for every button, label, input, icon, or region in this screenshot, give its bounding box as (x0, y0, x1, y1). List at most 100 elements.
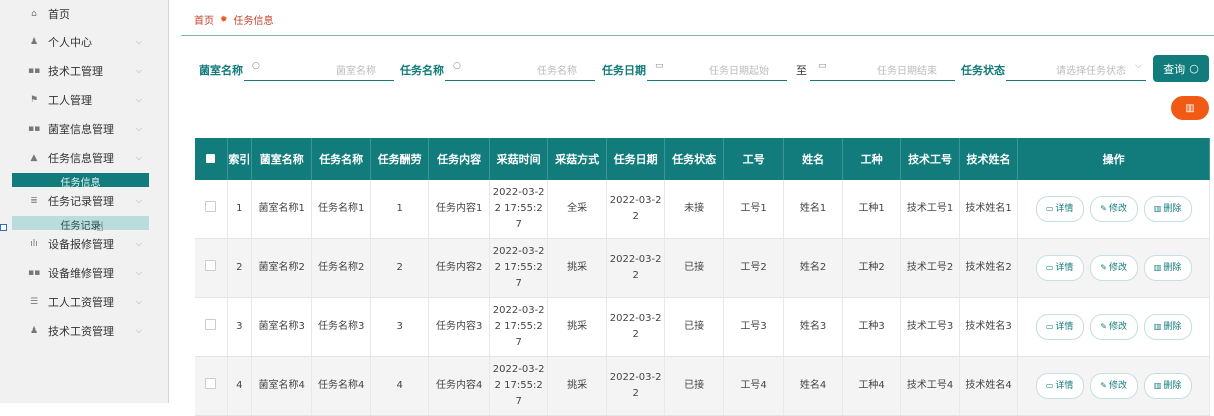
row-select-cell (195, 238, 228, 298)
table-cell: 工号4 (723, 356, 785, 416)
sidebar-item-10[interactable]: ♟ 技术工资管理 ⌵ (0, 317, 160, 345)
sidebar-item-label: 技术工管理 (48, 65, 103, 78)
detail-button[interactable]: ▭ 详情 (1035, 196, 1084, 222)
menu-icon: ≣ (30, 196, 38, 206)
table-cell: 工号2 (723, 238, 785, 298)
menu-icon: ♟ (29, 326, 39, 336)
edit-button-label: 修改 (1108, 204, 1127, 214)
edit-button[interactable]: ✎ 修改 (1089, 255, 1138, 281)
sidebar-item-label: 任务记录管理 (48, 195, 114, 208)
bulk-delete-button[interactable]: ▥ (1171, 96, 1209, 120)
column-header: 采菇方式 (547, 138, 607, 180)
menu-icon: ▪▪ (28, 268, 41, 278)
table-cell: 未接 (664, 180, 724, 239)
detail-button[interactable]: ▭ 详情 (1035, 314, 1084, 340)
chevron-down-icon: ⌵ (135, 153, 142, 162)
room-name-placeholder: 菌室名称 (336, 66, 376, 77)
delete-button[interactable]: ▥ 删除 (1143, 314, 1192, 340)
delete-button[interactable]: ▥ 删除 (1143, 373, 1192, 399)
delete-button[interactable]: ▥ 删除 (1143, 196, 1192, 222)
row-actions: ▭ 详情 ✎ 修改 ▥ 删除 (1017, 356, 1210, 416)
search-button[interactable]: 查询 ○ (1153, 55, 1209, 82)
table-cell: 已接 (664, 238, 724, 298)
chevron-down-icon: ⌵ (135, 196, 142, 205)
table-cell: 菌室名称3 (251, 297, 313, 357)
sidebar-item-0[interactable]: ⌂ 首页 (0, 0, 160, 28)
table-cell: 技术姓名3 (959, 297, 1019, 357)
room-name-input[interactable]: ○ 菌室名称 (244, 54, 394, 81)
document-icon: ▭ (1045, 322, 1054, 331)
table-cell: 工号1 (723, 180, 785, 239)
table-cell: 技术姓名4 (959, 356, 1019, 416)
sidebar-item-2[interactable]: ▪▪ 技术工管理 ⌵ (0, 57, 160, 85)
detail-button-label: 详情 (1055, 322, 1074, 332)
sidebar-item-8[interactable]: ▪▪ 设备维修管理 ⌵ (0, 259, 160, 287)
column-header: 工号 (723, 138, 785, 180)
table-cell: 任务内容2 (428, 238, 490, 298)
row-checkbox[interactable] (205, 377, 217, 389)
date-start-input[interactable]: ▭ 任务日期起始 (647, 54, 787, 81)
table-cell: 菌室名称2 (251, 238, 313, 298)
menu-icon: ılı (30, 239, 38, 249)
edit-button[interactable]: ✎ 修改 (1089, 196, 1138, 222)
table-cell: 工种3 (842, 297, 902, 357)
sidebar-subitem-task-info[interactable]: 任务信息 (12, 173, 149, 187)
column-header: 任务日期 (606, 138, 666, 180)
sidebar-item-3[interactable]: ⚑ 工人管理 ⌵ (0, 86, 160, 114)
task-name-input[interactable]: ○ 任务名称 (445, 54, 595, 81)
sidebar-item-label: 任务信息管理 (48, 152, 114, 165)
row-checkbox[interactable] (205, 318, 217, 330)
sidebar: ⌂ 首页 ♟ 个人中心 ⌵ ▪▪ 技术工管理 ⌵ ⚑ 工人管理 ⌵ ▪▪ 菌室信息管理 ⌵ ▲ 任务信息管理 ⌵… (0, 0, 169, 403)
table-cell: 任务名称1 (311, 180, 371, 239)
column-header: 姓名 (783, 138, 843, 180)
table-row: 2 菌室名称2 任务名称2 2 任务内容2 2022-03-22 17:55:27 挑采 20… (195, 238, 1210, 298)
menu-icon: ▪▪ (28, 124, 41, 134)
search-icon: ○ (1189, 62, 1199, 75)
date-end-input[interactable]: ▭ 任务日期结束 (810, 54, 955, 81)
sidebar-item-6[interactable]: ≣ 任务记录管理 ⌵ (0, 187, 160, 215)
sidebar-item-4[interactable]: ▪▪ 菌室信息管理 ⌵ (0, 115, 160, 143)
chevron-down-icon: ⌵ (135, 95, 142, 104)
edit-button[interactable]: ✎ 修改 (1089, 373, 1138, 399)
search-icon: ○ (252, 61, 260, 71)
resize-handle[interactable] (0, 224, 7, 231)
row-checkbox[interactable] (205, 200, 217, 212)
column-header: 技术姓名 (959, 138, 1019, 180)
table-row: 1 菌室名称1 任务名称1 1 任务内容1 2022-03-22 17:55:27 全采 20… (195, 180, 1210, 239)
select-all-checkbox[interactable] (206, 153, 216, 163)
table-cell: 任务内容1 (428, 180, 490, 239)
edit-button[interactable]: ✎ 修改 (1089, 314, 1138, 340)
search-icon: ○ (453, 61, 461, 71)
sidebar-item-9[interactable]: ☰ 工人工资管理 ⌵ (0, 288, 160, 316)
calendar-icon: ▭ (818, 61, 827, 71)
sidebar-item-1[interactable]: ♟ 个人中心 ⌵ (0, 28, 160, 56)
detail-button[interactable]: ▭ 详情 (1035, 373, 1084, 399)
column-header: 任务名称 (311, 138, 371, 180)
menu-icon: ⌂ (31, 9, 37, 19)
breadcrumb-home[interactable]: 首页 (194, 12, 214, 27)
sidebar-item-label: 个人中心 (48, 36, 92, 49)
delete-button[interactable]: ▥ 删除 (1143, 255, 1192, 281)
table-cell: 1 (227, 180, 252, 239)
table-cell: 技术工号3 (900, 297, 960, 357)
date-end-placeholder: 任务日期结束 (877, 66, 937, 77)
sidebar-item-label: 设备维修管理 (48, 267, 114, 280)
column-header: 任务状态 (664, 138, 724, 180)
table-cell: 4 (370, 356, 430, 416)
task-table: 索引 菌室名称 任务名称 任务酬劳 任务内容 采菇时间 采菇方式 任务日期 任务状态 工号 姓名 工种… (195, 138, 1210, 416)
document-icon: ▭ (1045, 263, 1054, 272)
table-cell: 姓名4 (783, 356, 843, 416)
table-cell: 任务名称4 (311, 356, 371, 416)
menu-icon: ▪▪ (28, 66, 41, 76)
row-checkbox[interactable] (205, 259, 217, 271)
table-cell: 4 (227, 356, 252, 416)
sidebar-subitem-task-record[interactable]: 任务记录 (12, 216, 149, 230)
detail-button[interactable]: ▭ 详情 (1035, 255, 1084, 281)
sidebar-item-7[interactable]: ılı 设备报修管理 ⌵ (0, 230, 160, 258)
sidebar-item-label: 技术工资管理 (48, 325, 114, 338)
sidebar-item-label: 菌室信息管理 (48, 123, 114, 136)
delete-button-label: 删除 (1163, 381, 1182, 391)
pencil-icon: ✎ (1100, 263, 1107, 272)
sidebar-item-5[interactable]: ▲ 任务信息管理 ⌵ (0, 144, 160, 172)
task-status-select[interactable]: 请选择任务状态 ⌵ (1006, 54, 1146, 81)
